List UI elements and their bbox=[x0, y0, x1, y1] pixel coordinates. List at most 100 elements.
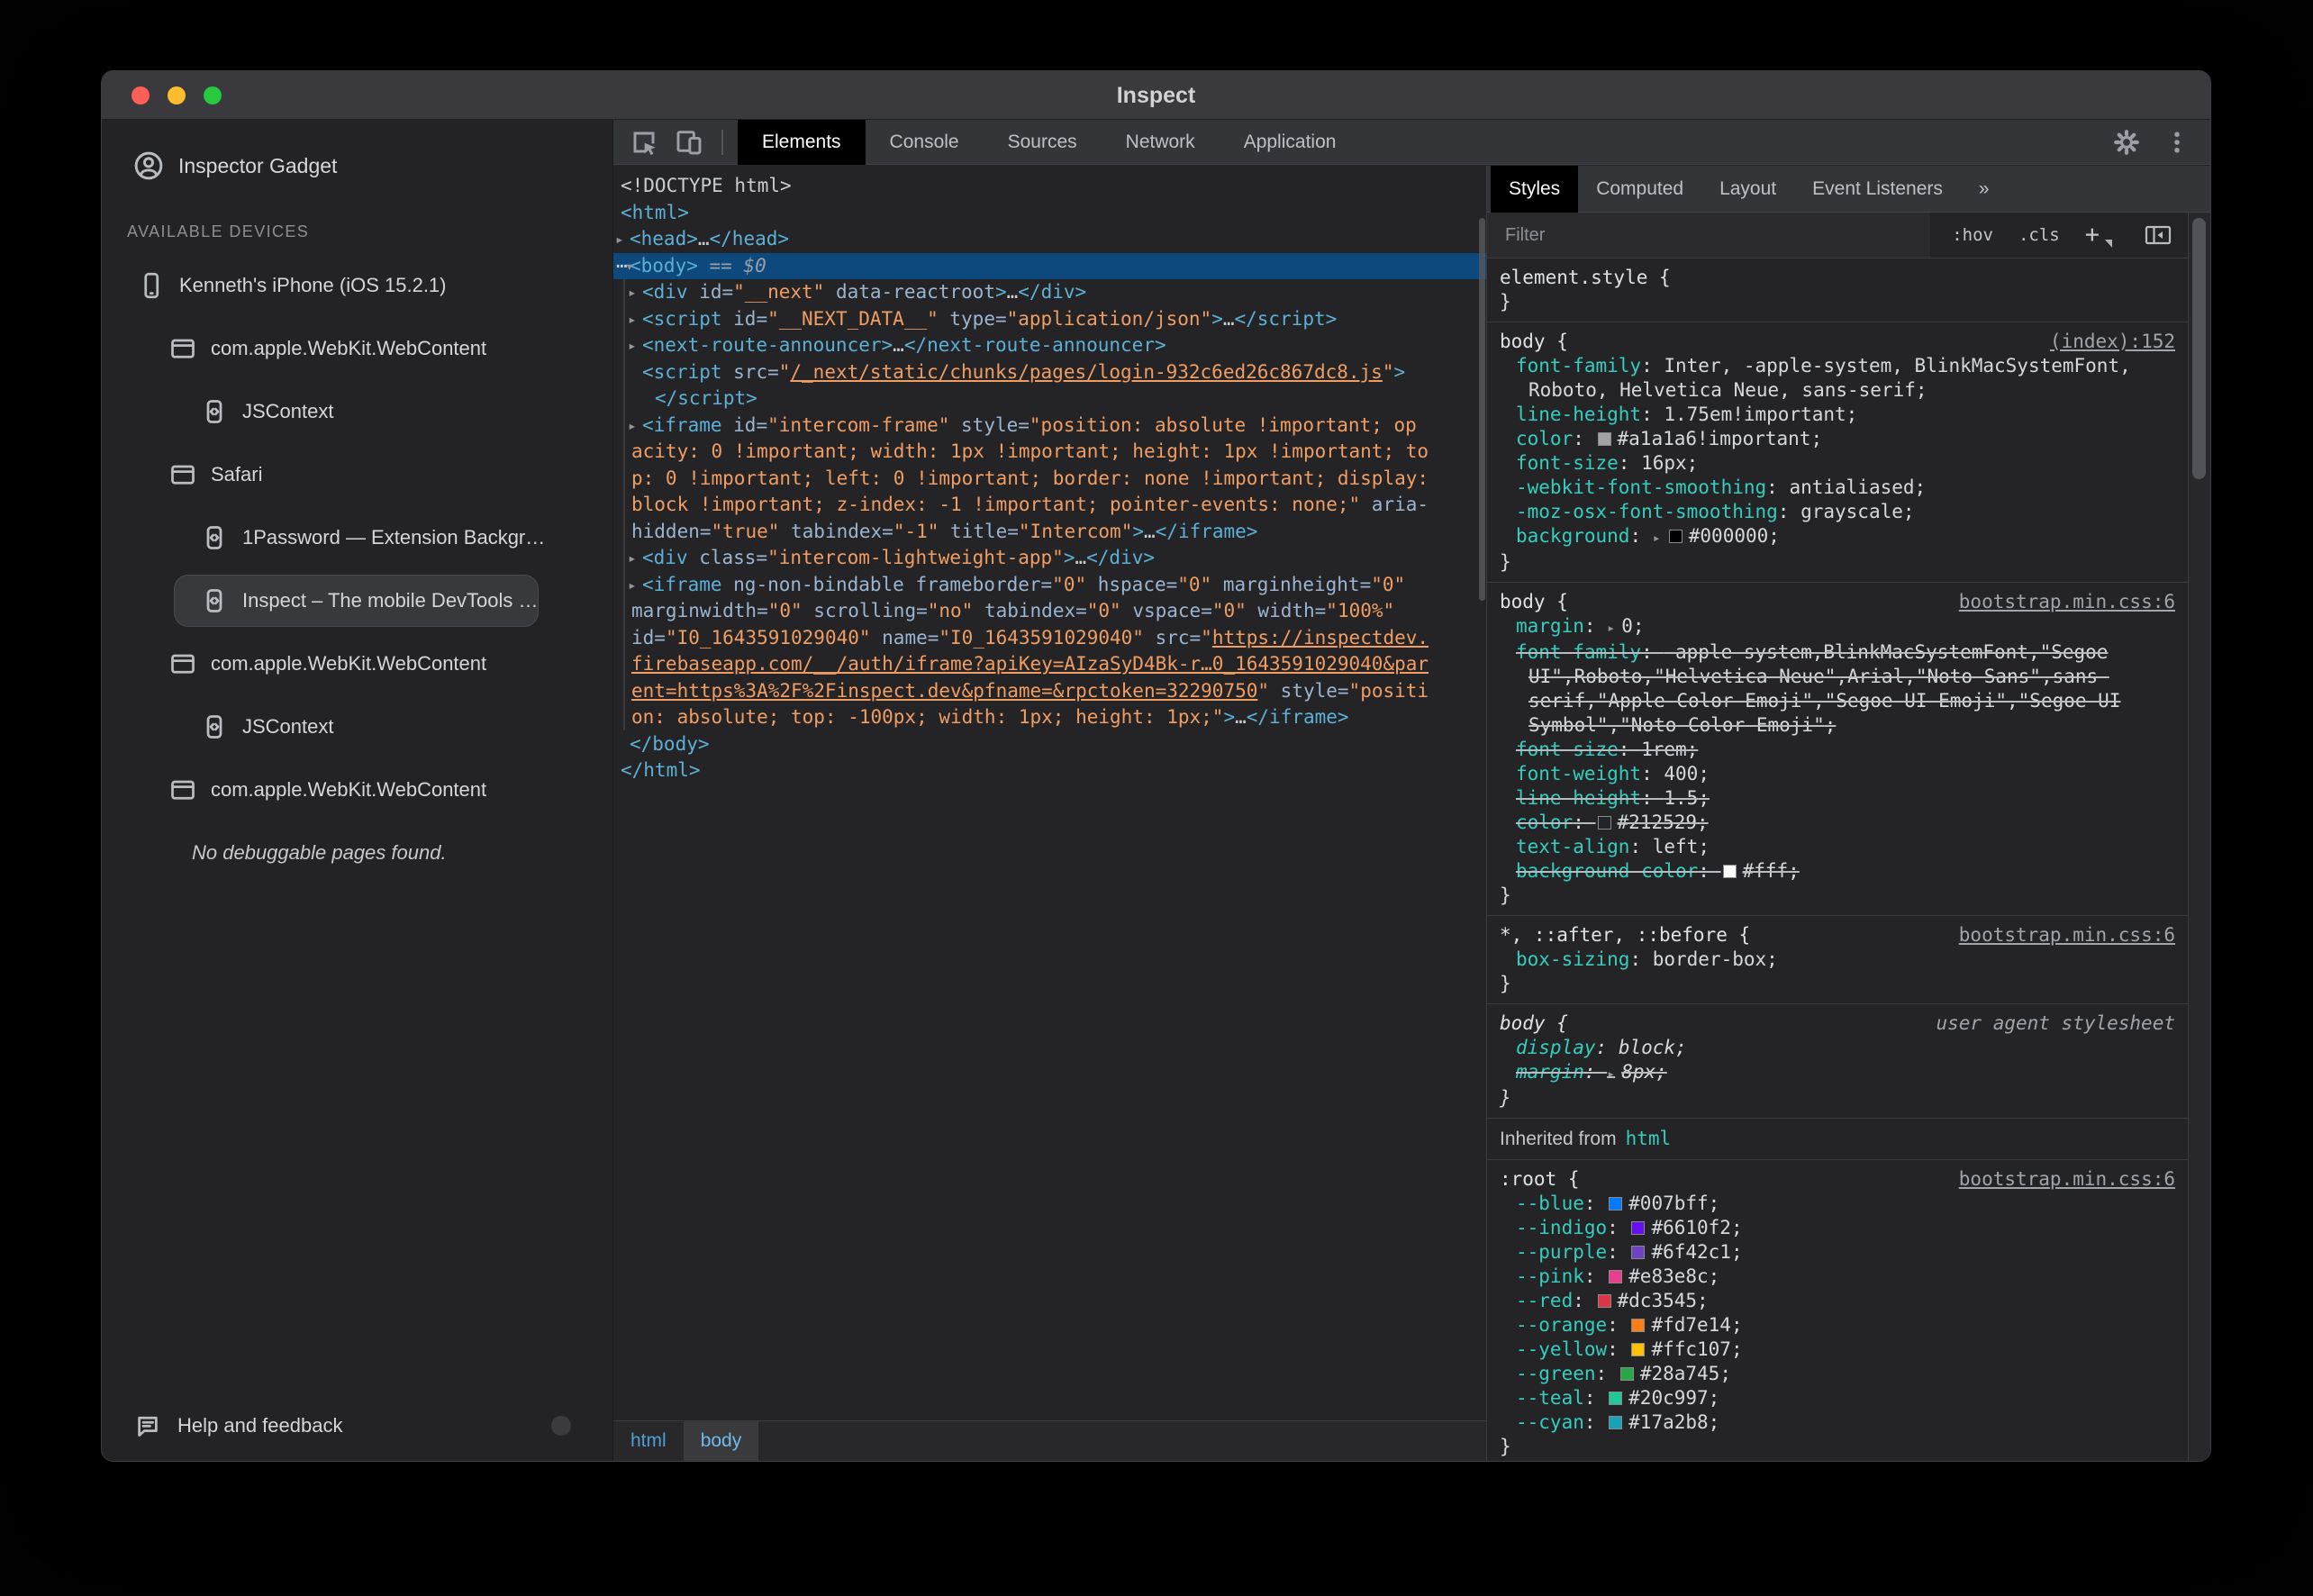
rule-selector[interactable]: body { bbox=[1500, 330, 1568, 354]
css-declaration[interactable]: --blue: #007bff; bbox=[1487, 1192, 2188, 1216]
sidebar-item[interactable]: JSContext bbox=[102, 695, 612, 758]
color-swatch[interactable] bbox=[1598, 432, 1611, 446]
dom-tree-line[interactable]: firebaseapp.com/__/auth/iframe?apiKey=AI… bbox=[613, 651, 1486, 678]
toggle-class-button[interactable]: .cls bbox=[2018, 225, 2060, 245]
dom-tree-line[interactable]: ▸<script id="__NEXT_DATA__" type="applic… bbox=[613, 306, 1486, 333]
more-tabs-icon[interactable]: » bbox=[1961, 166, 2008, 213]
dom-tree-line[interactable]: </script> bbox=[613, 385, 1486, 413]
styles-scrollbar-thumb[interactable] bbox=[2192, 218, 2206, 479]
expand-arrow-icon[interactable]: ▸ bbox=[615, 226, 624, 253]
rule-source-link[interactable]: bootstrap.min.css:6 bbox=[1959, 1167, 2175, 1192]
expand-value-icon[interactable]: ▸ bbox=[1607, 1066, 1615, 1082]
css-declaration[interactable]: --green: #28a745; bbox=[1487, 1362, 2188, 1386]
css-declaration[interactable]: background-color: #fff; bbox=[1487, 859, 2188, 884]
rule-source-link[interactable]: bootstrap.min.css:6 bbox=[1959, 590, 2175, 614]
css-declaration[interactable]: -webkit-font-smoothing: antialiased; bbox=[1487, 476, 2188, 500]
tab-application[interactable]: Application bbox=[1220, 120, 1361, 165]
css-declaration[interactable]: font-size: 16px; bbox=[1487, 451, 2188, 476]
css-declaration[interactable]: --cyan: #17a2b8; bbox=[1487, 1410, 2188, 1435]
dom-tree-line[interactable]: on: absolute; top: -100px; width: 1px; h… bbox=[613, 704, 1486, 731]
css-declaration[interactable]: --teal: #20c997; bbox=[1487, 1386, 2188, 1410]
dom-tree-line[interactable]: ⋯▾<body> == $0 bbox=[613, 253, 1486, 280]
color-swatch[interactable] bbox=[1609, 1197, 1622, 1211]
css-declaration[interactable]: -moz-osx-font-smoothing: grayscale; bbox=[1487, 500, 2188, 524]
color-swatch[interactable] bbox=[1723, 865, 1737, 878]
css-declaration[interactable]: color: #a1a1a6!important; bbox=[1487, 427, 2188, 451]
dom-tree-line[interactable]: ▸<next-route-announcer>…</next-route-ann… bbox=[613, 332, 1486, 359]
inherited-element-link[interactable]: html bbox=[1626, 1128, 1672, 1149]
inspect-element-icon[interactable] bbox=[630, 128, 658, 157]
color-swatch[interactable] bbox=[1631, 1221, 1645, 1235]
styles-tab-event-listeners[interactable]: Event Listeners bbox=[1794, 166, 1961, 213]
gear-icon[interactable] bbox=[2113, 129, 2140, 156]
expand-arrow-icon[interactable]: ▸ bbox=[628, 572, 637, 599]
dom-tree-line[interactable]: acity: 0 !important; width: 1px !importa… bbox=[613, 439, 1486, 466]
css-declaration[interactable]: box-sizing: border-box; bbox=[1487, 948, 2188, 972]
toggle-hover-button[interactable]: :hov bbox=[1952, 225, 1993, 245]
dom-tree-line[interactable]: ent=https%3A%2F%2Finspect.dev&pfname=&rp… bbox=[613, 678, 1486, 705]
sidebar-item[interactable]: JSContext bbox=[102, 380, 612, 443]
rule-selector[interactable]: body { bbox=[1500, 590, 1568, 614]
color-swatch[interactable] bbox=[1631, 1343, 1645, 1356]
expand-arrow-icon[interactable]: ▸ bbox=[628, 545, 637, 572]
expand-arrow-icon[interactable]: ▸ bbox=[628, 306, 637, 333]
tab-elements[interactable]: Elements bbox=[738, 120, 866, 165]
dom-tree-line[interactable]: block !important; z-index: -1 !important… bbox=[613, 492, 1486, 519]
css-declaration[interactable]: color: #212529; bbox=[1487, 811, 2188, 835]
expand-value-icon[interactable]: ▸ bbox=[1653, 530, 1661, 546]
sidebar-item[interactable]: com.apple.WebKit.WebContent bbox=[102, 632, 612, 695]
color-swatch[interactable] bbox=[1609, 1416, 1622, 1429]
styles-tab-layout[interactable]: Layout bbox=[1701, 166, 1794, 213]
color-swatch[interactable] bbox=[1609, 1270, 1622, 1283]
tab-sources[interactable]: Sources bbox=[984, 120, 1102, 165]
kebab-menu-icon[interactable] bbox=[2163, 129, 2191, 156]
device-toolbar-icon[interactable] bbox=[675, 128, 703, 157]
css-declaration[interactable]: --pink: #e83e8c; bbox=[1487, 1265, 2188, 1289]
dom-tree-line[interactable]: marginwidth="0" scrolling="no" tabindex=… bbox=[613, 598, 1486, 625]
rule-selector[interactable]: *, ::after, ::before { bbox=[1500, 923, 1750, 948]
css-declaration[interactable]: display: block; bbox=[1487, 1036, 2188, 1060]
expand-arrow-icon[interactable]: ▸ bbox=[628, 279, 637, 306]
dom-tree-line[interactable]: p: 0 !important; left: 0 !important; bor… bbox=[613, 466, 1486, 493]
css-declaration[interactable]: background: ▸#000000; bbox=[1487, 524, 2188, 550]
css-declaration[interactable]: font-weight: 400; bbox=[1487, 762, 2188, 786]
new-style-rule-button[interactable]: + bbox=[2085, 221, 2100, 249]
css-declaration[interactable]: margin: ▸8px; bbox=[1487, 1060, 2188, 1086]
dom-tree-line[interactable]: ▸<div id="__next" data-reactroot>…</div> bbox=[613, 279, 1486, 306]
filter-input[interactable]: Filter bbox=[1487, 213, 1930, 258]
breadcrumb-item[interactable]: body bbox=[684, 1421, 759, 1461]
tab-network[interactable]: Network bbox=[1102, 120, 1220, 165]
color-swatch[interactable] bbox=[1669, 530, 1683, 543]
color-swatch[interactable] bbox=[1631, 1319, 1645, 1332]
dom-tree-line[interactable]: <!DOCTYPE html> bbox=[613, 173, 1486, 200]
dom-tree-line[interactable]: id="I0_1643591029040" name="I0_164359102… bbox=[613, 625, 1486, 652]
styles-scrollbar-track[interactable] bbox=[2188, 213, 2210, 1461]
css-declaration[interactable]: font-family: Inter, -apple-system, Blink… bbox=[1487, 354, 2188, 403]
css-declaration[interactable]: --indigo: #6610f2; bbox=[1487, 1216, 2188, 1240]
collapse-arrow-icon[interactable]: ▾ bbox=[625, 253, 634, 280]
tab-console[interactable]: Console bbox=[866, 120, 984, 165]
rule-source-link[interactable]: bootstrap.min.css:6 bbox=[1959, 923, 2175, 948]
dom-tree-line[interactable]: <script src="/_next/static/chunks/pages/… bbox=[613, 359, 1486, 386]
rule-selector[interactable]: :root { bbox=[1500, 1167, 1580, 1192]
toggle-sidebar-icon[interactable] bbox=[2145, 224, 2172, 246]
rule-selector[interactable]: body { bbox=[1500, 1011, 1568, 1036]
dom-tree-line[interactable]: ▸<div class="intercom-lightweight-app">…… bbox=[613, 545, 1486, 572]
css-declaration[interactable]: --red: #dc3545; bbox=[1487, 1289, 2188, 1313]
dom-tree-line[interactable]: <html> bbox=[613, 200, 1486, 227]
dom-scrollbar[interactable] bbox=[1479, 218, 1485, 601]
css-declaration[interactable]: font-family: -apple-system,BlinkMacSyste… bbox=[1487, 640, 2188, 738]
styles-tab-styles[interactable]: Styles bbox=[1491, 166, 1578, 213]
sidebar-item[interactable]: Inspect – The mobile DevTools … bbox=[102, 569, 612, 632]
css-declaration[interactable]: margin: ▸0; bbox=[1487, 614, 2188, 640]
sidebar-item[interactable]: Kenneth's iPhone (iOS 15.2.1) bbox=[102, 254, 612, 317]
dom-tree-line[interactable]: ▸<iframe ng-non-bindable frameborder="0"… bbox=[613, 572, 1486, 599]
dom-tree-line[interactable]: ▸<head>…</head> bbox=[613, 226, 1486, 253]
rule-source-link[interactable]: (index):152 bbox=[2050, 330, 2175, 354]
color-swatch[interactable] bbox=[1598, 816, 1611, 830]
color-swatch[interactable] bbox=[1631, 1246, 1645, 1259]
rule-selector[interactable]: element.style { bbox=[1500, 266, 1671, 290]
color-swatch[interactable] bbox=[1620, 1367, 1634, 1381]
css-declaration[interactable]: line-height: 1.75em!important; bbox=[1487, 403, 2188, 427]
color-swatch[interactable] bbox=[1598, 1294, 1611, 1308]
